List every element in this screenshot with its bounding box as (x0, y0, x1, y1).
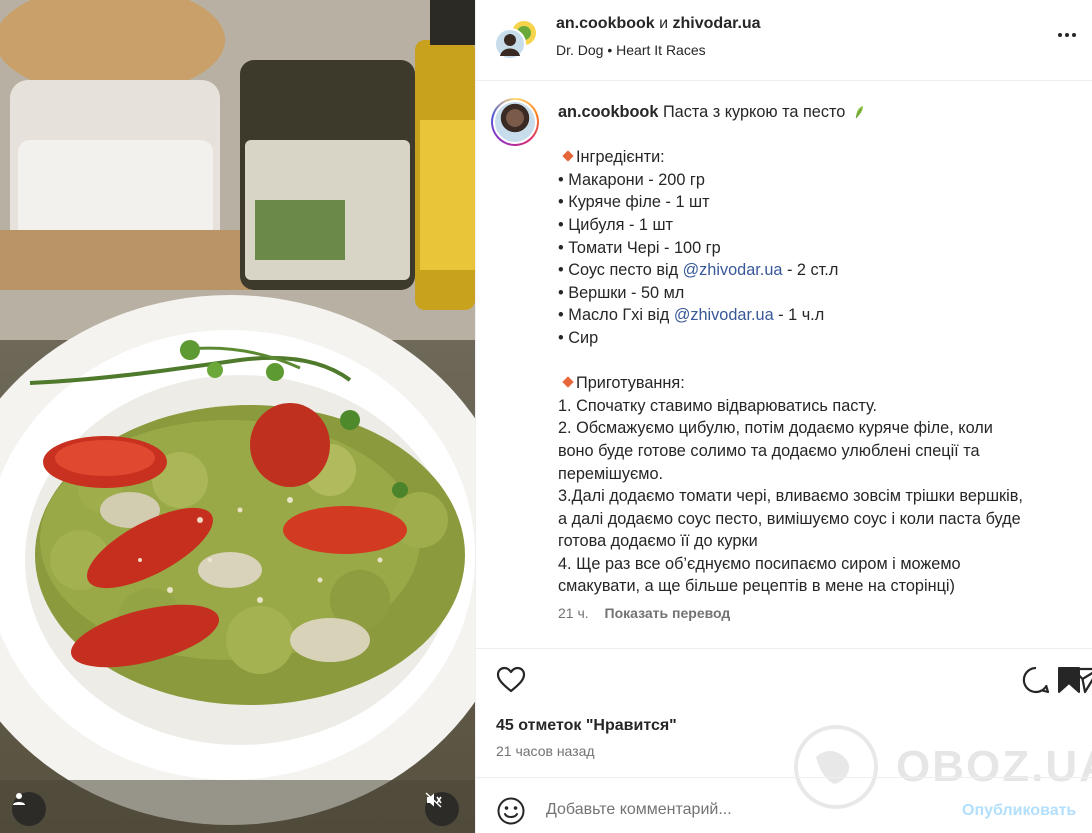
music-separator: • (607, 42, 613, 58)
caption-title-line: an.cookbook Паста з куркою та песто (558, 101, 1078, 124)
caption-author-avatar[interactable] (491, 98, 539, 146)
list-item: • Томати Черi - 100 гр (558, 238, 721, 257)
method-heading: Приготування: (558, 372, 1078, 395)
emoji-icon[interactable] (496, 796, 526, 826)
collaborator-username[interactable]: zhivodar.ua (673, 15, 761, 32)
header-title: an.cookbook и zhivodar.ua (556, 15, 761, 33)
publish-button[interactable]: Опубликовать (962, 802, 1076, 820)
heart-icon (496, 666, 526, 693)
method-line: 2. Обсмажуємо цибулю, потім додаємо куря… (558, 419, 993, 438)
orange-diamond-icon (562, 376, 574, 388)
speech-bubble-icon (1022, 666, 1050, 694)
method-line: 1. Спочатку ставимо відварюватись пасту. (558, 396, 878, 415)
ingredients-heading: Інгредієнти: (558, 146, 1078, 169)
music-artist[interactable]: Dr. Dog (556, 42, 603, 58)
method-line: смакувати, а ще більше рецептів в мене н… (558, 577, 955, 596)
collab-avatars[interactable] (494, 18, 540, 62)
save-button[interactable] (1053, 664, 1085, 696)
like-button[interactable] (495, 664, 527, 696)
list-item: • Соус песто від @zhivodar.ua - 2 ст.л (558, 261, 839, 280)
comment-bar: Опубликовать (476, 777, 1092, 833)
method-line: готова додаємо її до курки (558, 532, 758, 551)
leaf-emoji-icon (855, 106, 863, 119)
more-options-button[interactable] (1052, 24, 1082, 46)
mention-link[interactable]: @zhivodar.ua (674, 306, 774, 324)
list-item: • Куряче філе - 1 шт (558, 193, 710, 212)
list-item: • Масло Гхі від @zhivodar.ua - 1 ч.л (558, 306, 825, 325)
list-item: • Макарони - 200 гр (558, 170, 705, 189)
post-timestamp[interactable]: 21 часов назад (496, 743, 595, 759)
comment-button[interactable] (1020, 664, 1052, 696)
method-line: а далі додаємо соус песто, вимішуємо соу… (558, 509, 1021, 528)
caption-username[interactable]: an.cookbook (558, 103, 658, 121)
food-photo (0, 0, 475, 833)
post-header: an.cookbook и zhivodar.ua Dr. Dog • Hear… (476, 0, 1092, 81)
caption-time[interactable]: 21 ч. (558, 605, 589, 621)
user-icon (13, 793, 25, 805)
author-username[interactable]: an.cookbook (556, 15, 655, 32)
post-media[interactable] (0, 0, 475, 833)
method-line: воно буде готове солимо та додаємо улюбл… (558, 441, 980, 460)
mute-toggle-button[interactable] (425, 792, 459, 826)
more-dot-icon (1065, 33, 1069, 37)
caption: an.cookbook Паста з куркою та песто Інгр… (558, 101, 1078, 598)
list-item: • Вершки - 50 мл (558, 283, 685, 302)
mention-link[interactable]: @zhivodar.ua (683, 261, 783, 279)
avatar (495, 102, 535, 142)
likes-count[interactable]: 45 отметок "Нравится" (496, 717, 677, 735)
caption-title: Паста з куркою та песто (662, 103, 846, 121)
list-item: • Цибуля - 1 шт (558, 215, 673, 234)
comment-input[interactable] (546, 801, 926, 819)
actions-divider (476, 648, 1092, 649)
post-panel: an.cookbook и zhivodar.ua Dr. Dog • Hear… (475, 0, 1092, 833)
music-title[interactable]: Heart It Races (616, 42, 705, 58)
audio-info[interactable]: Dr. Dog • Heart It Races (556, 42, 706, 58)
bookmark-filled-icon (1058, 667, 1080, 693)
more-dot-icon (1058, 33, 1062, 37)
method-line: перемішуємо. (558, 464, 664, 483)
tagged-users-button[interactable] (12, 792, 46, 826)
more-dot-icon (1072, 33, 1076, 37)
conjunction: и (659, 15, 669, 32)
list-item: • Сир (558, 328, 599, 347)
caption-meta: 21 ч. Показать перевод (558, 605, 730, 621)
speaker-muted-icon (425, 792, 442, 808)
translate-button[interactable]: Показать перевод (605, 605, 731, 621)
method-line: 3.Далі додаємо томати чері, вливаємо зов… (558, 487, 1023, 506)
orange-diamond-icon (562, 150, 574, 162)
method-line: 4. Ще раз все об’єднуємо посипаємо сиром… (558, 554, 961, 573)
